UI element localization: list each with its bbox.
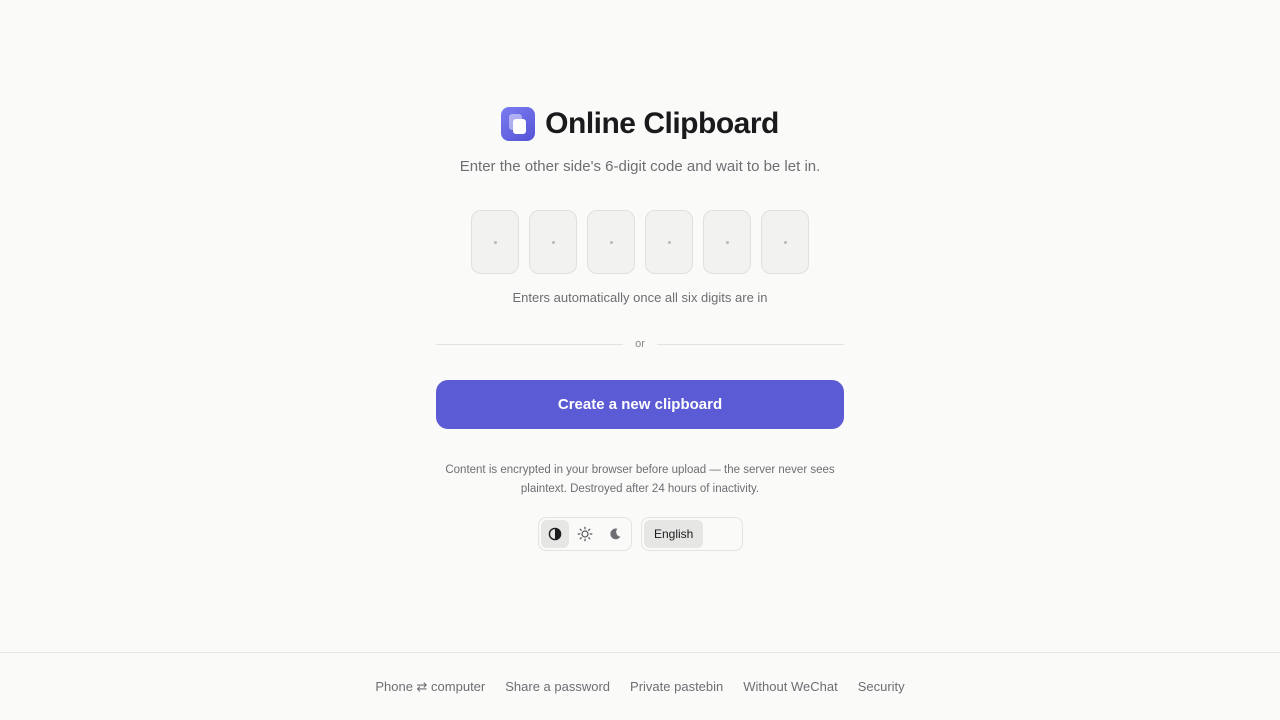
theme-switcher (538, 517, 632, 551)
footer-link-phone-computer[interactable]: Phone ⇄ computer (375, 678, 485, 696)
or-divider: or (436, 335, 844, 353)
code-input-group (471, 210, 809, 274)
language-option-selected[interactable]: English (644, 520, 704, 548)
divider-line-left (436, 343, 624, 345)
page: Online Clipboard Enter the other side's … (0, 0, 1280, 720)
code-digit-6[interactable] (761, 210, 809, 274)
language-switcher: English (641, 517, 743, 551)
placeholder-dot (667, 240, 671, 244)
placeholder-dot (725, 240, 729, 244)
placeholder-dot (783, 240, 787, 244)
code-digit-1[interactable] (471, 210, 519, 274)
page-title: Online Clipboard (545, 107, 779, 140)
moon-icon (610, 528, 621, 540)
code-hint: Enters automatically once all six digits… (512, 290, 768, 305)
theme-dark-button[interactable] (601, 520, 629, 548)
brand-header: Online Clipboard (0, 105, 1280, 143)
code-digit-5[interactable] (703, 210, 751, 274)
divider-label: or (635, 338, 645, 350)
placeholder-dot (609, 240, 613, 244)
code-digit-3[interactable] (587, 210, 635, 274)
theme-light-button[interactable] (571, 520, 599, 548)
theme-system-button[interactable] (541, 520, 569, 548)
placeholder-dot (551, 240, 555, 244)
clipboard-stack-icon (501, 107, 536, 141)
footer-link-private-pastebin[interactable]: Private pastebin (630, 678, 723, 696)
divider-line-right (656, 343, 844, 345)
footer-link-without-wechat[interactable]: Without WeChat (743, 678, 837, 696)
join-instructions: Enter the other side's 6-digit code and … (459, 158, 821, 175)
code-digit-4[interactable] (645, 210, 693, 274)
footer-nav: Phone ⇄ computer Share a password Privat… (0, 652, 1280, 720)
footer-link-security[interactable]: Security (858, 678, 905, 696)
code-digit-2[interactable] (529, 210, 577, 274)
contrast-icon (548, 527, 562, 541)
encryption-note: Content is encrypted in your browser bef… (445, 464, 835, 495)
settings-controls: English (538, 517, 743, 551)
placeholder-dot (493, 240, 497, 244)
sun-icon (577, 526, 593, 542)
footer-link-share-password[interactable]: Share a password (505, 678, 610, 696)
create-clipboard-button[interactable]: Create a new clipboard (436, 380, 844, 429)
